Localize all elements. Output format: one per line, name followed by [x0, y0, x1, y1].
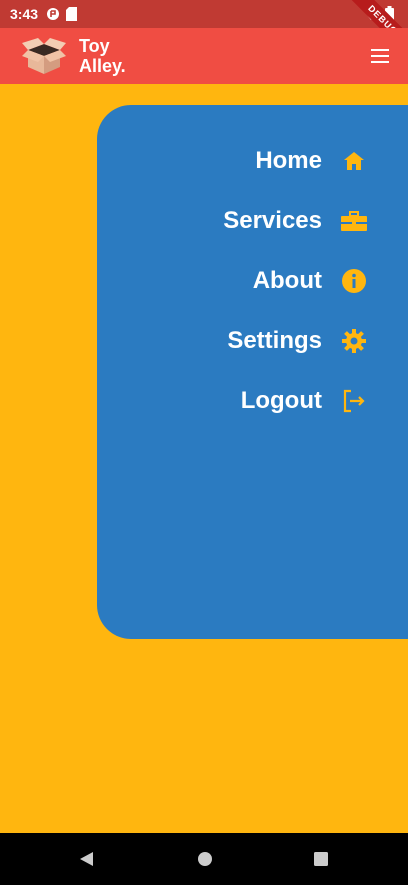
nav-item-label: About — [252, 267, 322, 294]
home-icon — [340, 147, 368, 175]
nav-item-label: Settings — [227, 327, 322, 354]
app-bar: Toy Alley. — [0, 28, 408, 84]
nav-item-settings[interactable]: Settings — [227, 321, 368, 361]
status-time: 3:43 — [10, 6, 39, 22]
briefcase-icon — [340, 207, 368, 235]
nav-item-home[interactable]: Home — [255, 141, 368, 181]
back-icon[interactable] — [78, 851, 94, 872]
status-bar: 3:43 DEBUG — [0, 0, 408, 65]
nav-item-label: Logout — [240, 387, 322, 414]
nav-item-about[interactable]: About — [253, 261, 368, 301]
open-box-icon[interactable] — [22, 34, 66, 76]
nav-item-services[interactable]: Services — [223, 201, 368, 241]
gear-icon — [340, 327, 368, 355]
notification-icon — [46, 7, 60, 21]
navigation-drawer: Home Services About Settings Logout — [97, 105, 408, 639]
app-brand: Toy Alley. — [79, 36, 126, 76]
brand-line-2: Alley. — [79, 56, 126, 76]
hamburger-menu-icon[interactable] — [368, 44, 392, 68]
nav-item-logout[interactable]: Logout — [241, 381, 368, 421]
system-navigation-bar — [0, 833, 408, 885]
brand-line-1: Toy — [79, 36, 110, 56]
home-nav-icon[interactable] — [197, 851, 213, 872]
info-icon — [340, 267, 368, 295]
nav-item-label: Services — [223, 207, 322, 234]
sd-card-icon — [66, 7, 78, 21]
logout-icon — [340, 387, 368, 415]
nav-item-label: Home — [255, 147, 322, 174]
recents-icon[interactable] — [313, 851, 329, 872]
